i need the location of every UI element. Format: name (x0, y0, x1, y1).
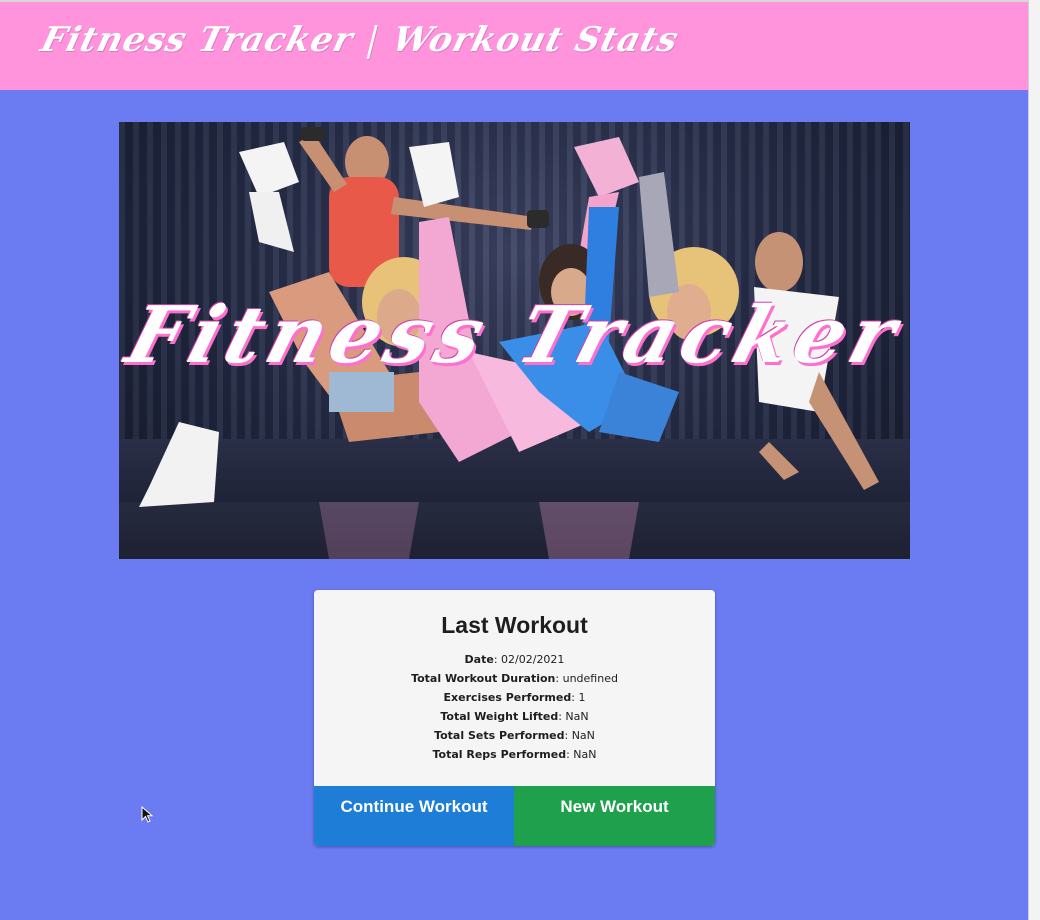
stat-exercises: Exercises Performed: 1 (443, 691, 586, 704)
stat-weight: Total Weight Lifted: NaN (440, 710, 589, 723)
stat-value: NaN (565, 710, 589, 723)
last-workout-card: Last Workout Date: 02/02/2021 Total Work… (314, 590, 715, 846)
stat-reps: Total Reps Performed: NaN (432, 748, 597, 761)
stat-label: Total Sets Performed (434, 729, 565, 742)
workout-stats-list: Date: 02/02/2021 Total Workout Duration:… (314, 650, 715, 764)
stat-label: Total Weight Lifted (440, 710, 559, 723)
continue-workout-button[interactable]: Continue Workout (314, 786, 514, 846)
card-title: Last Workout (441, 612, 588, 638)
navbar: Fitness Tracker | Workout Stats (0, 2, 1028, 90)
stat-label: Total Workout Duration (411, 672, 556, 685)
stat-date: Date: 02/02/2021 (464, 653, 565, 666)
brand-title-link[interactable]: Fitness Tracker (37, 20, 358, 60)
brand-separator: | (361, 20, 385, 60)
stat-value: 02/02/2021 (501, 653, 565, 666)
vertical-scrollbar[interactable] (1028, 0, 1040, 920)
stat-label: Total Reps Performed (432, 748, 567, 761)
stat-label: Exercises Performed (443, 691, 572, 704)
stat-value: NaN (573, 748, 597, 761)
hero-title: Fitness Tracker (119, 290, 910, 381)
stat-value: NaN (571, 729, 595, 742)
stat-label: Date (464, 653, 494, 666)
new-workout-button[interactable]: New Workout (514, 786, 715, 846)
mouse-pointer-icon (141, 806, 154, 823)
stat-duration: Total Workout Duration: undefined (411, 672, 618, 685)
workout-stats-link[interactable]: Workout Stats (388, 20, 683, 60)
stat-sets: Total Sets Performed: NaN (434, 729, 595, 742)
navbar-brand[interactable]: Fitness Tracker | Workout Stats (37, 20, 683, 60)
hero-banner-image: Fitness Tracker (119, 122, 910, 559)
stat-value: 1 (578, 691, 586, 704)
stat-value: undefined (562, 672, 618, 685)
